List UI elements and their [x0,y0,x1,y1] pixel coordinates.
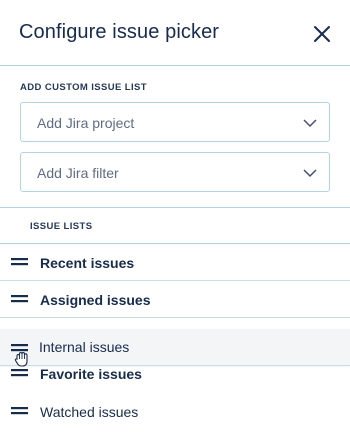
add-custom-list-heading: ADD CUSTOM ISSUE LIST [20,82,147,93]
close-button[interactable] [312,24,332,44]
issue-list-label: Favorite issues [40,366,142,382]
drag-handle-icon[interactable] [11,257,29,267]
issue-list-item-recent[interactable]: Recent issues [0,245,350,281]
close-icon [314,26,330,42]
panel-header: Configure issue picker [0,0,350,66]
issue-list-item-assigned[interactable]: Assigned issues [0,282,350,318]
drag-handle-icon[interactable] [11,406,29,416]
row-divider [0,365,350,366]
jira-filter-select[interactable]: Add Jira filter [20,152,330,192]
issue-list-item-watched[interactable]: Watched issues [0,394,350,430]
grab-cursor-icon [14,351,28,367]
issue-list-label: Recent issues [40,255,135,271]
row-divider [0,317,350,318]
issue-list-label: Watched issues [40,404,139,420]
jira-filter-placeholder: Add Jira filter [37,165,119,181]
dragging-issue-list-item[interactable]: Internal issues [0,329,350,365]
chevron-down-icon [303,169,317,178]
section-divider [0,207,350,208]
drag-handle-icon[interactable] [11,294,29,304]
page-title: Configure issue picker [19,21,220,43]
jira-project-placeholder: Add Jira project [37,115,135,131]
chevron-down-icon [303,119,317,128]
issue-lists-heading: ISSUE LISTS [30,221,93,232]
drag-handle-icon[interactable] [11,368,29,378]
row-divider [0,280,350,281]
jira-project-select[interactable]: Add Jira project [20,102,330,142]
issue-list-label: Assigned issues [40,292,151,308]
issue-list-label: Internal issues [39,339,130,355]
configure-issue-picker-panel: Configure issue picker ADD CUSTOM ISSUE … [0,0,350,444]
section-divider [0,243,350,244]
